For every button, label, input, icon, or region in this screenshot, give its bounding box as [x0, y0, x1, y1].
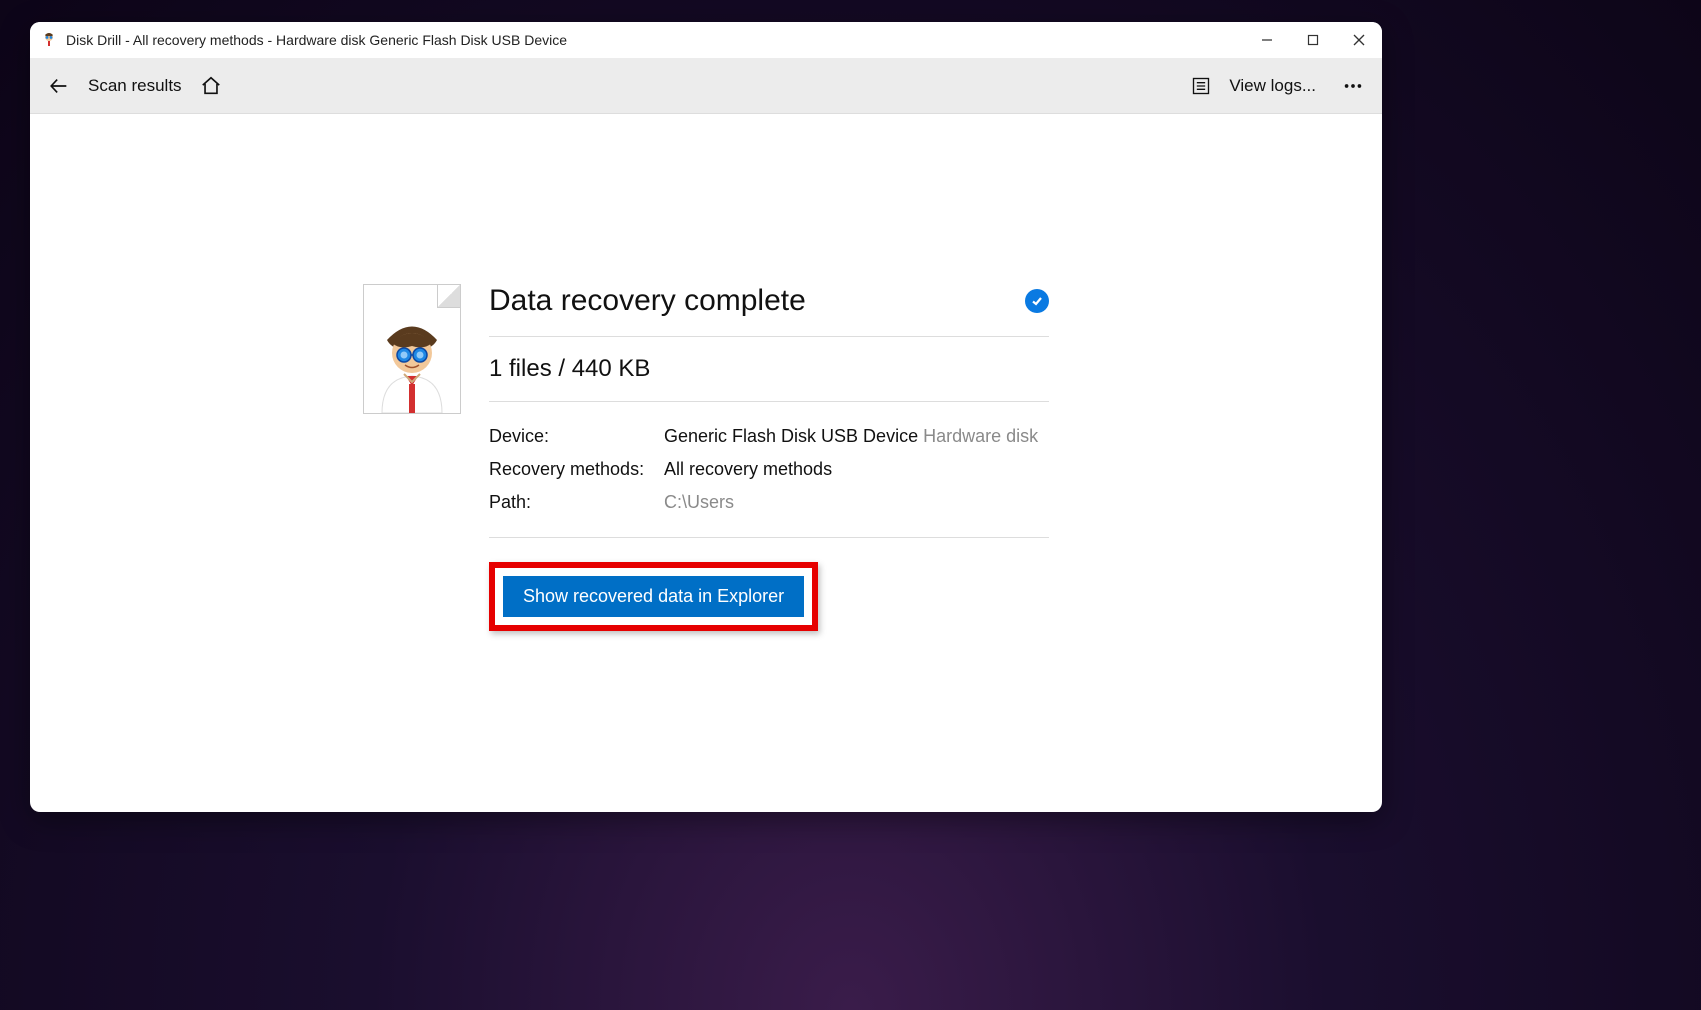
detail-row-device: Device: Generic Flash Disk USB Device Ha… [489, 420, 1049, 453]
result-heading: Data recovery complete [489, 284, 806, 318]
toolbar: Scan results View logs... [30, 58, 1382, 114]
path-value: C:\Users [664, 492, 1049, 513]
more-icon[interactable] [1342, 75, 1364, 97]
path-label: Path: [489, 492, 664, 513]
content-area: Data recovery complete 1 files / 440 KB … [30, 114, 1382, 812]
methods-value: All recovery methods [664, 459, 1049, 480]
success-check-icon [1025, 289, 1049, 313]
breadcrumb[interactable]: Scan results [88, 76, 182, 96]
close-button[interactable] [1336, 22, 1382, 58]
app-icon [40, 31, 58, 49]
divider [489, 537, 1049, 538]
window-controls [1244, 22, 1382, 58]
device-label: Device: [489, 426, 664, 447]
titlebar: Disk Drill - All recovery methods - Hard… [30, 22, 1382, 58]
divider [489, 401, 1049, 402]
result-summary: 1 files / 440 KB [489, 355, 1049, 383]
show-in-explorer-button[interactable]: Show recovered data in Explorer [503, 576, 804, 617]
action-area: Show recovered data in Explorer [489, 556, 1049, 631]
view-logs-link[interactable]: View logs... [1229, 76, 1316, 96]
detail-row-methods: Recovery methods: All recovery methods [489, 453, 1049, 486]
logs-icon[interactable] [1191, 76, 1211, 96]
home-icon[interactable] [200, 75, 222, 97]
detail-row-path: Path: C:\Users [489, 486, 1049, 519]
window-title: Disk Drill - All recovery methods - Hard… [66, 32, 567, 48]
minimize-button[interactable] [1244, 22, 1290, 58]
result-pane: Data recovery complete 1 files / 440 KB … [363, 284, 1049, 812]
annotation-highlight-box: Show recovered data in Explorer [489, 562, 818, 631]
info-column: Data recovery complete 1 files / 440 KB … [489, 284, 1049, 812]
file-avatar-illustration [363, 284, 461, 414]
device-value: Generic Flash Disk USB Device Hardware d… [664, 426, 1049, 447]
maximize-button[interactable] [1290, 22, 1336, 58]
app-window: Disk Drill - All recovery methods - Hard… [30, 22, 1382, 812]
back-arrow-icon[interactable] [48, 75, 70, 97]
methods-label: Recovery methods: [489, 459, 664, 480]
divider [489, 336, 1049, 337]
